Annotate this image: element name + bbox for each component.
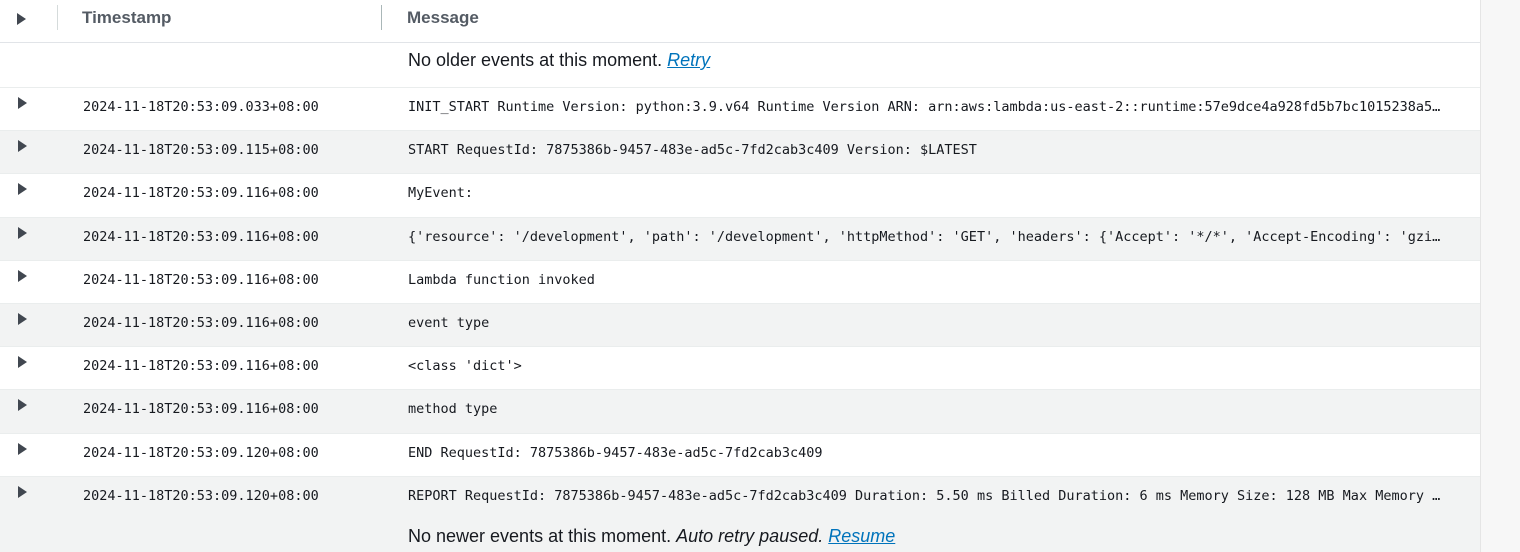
event-message: MyEvent: (408, 185, 474, 202)
table-row[interactable]: 2024-11-18T20:53:09.033+08:00 INIT_START… (0, 87, 1480, 130)
event-message: START RequestId: 7875386b-9457-483e-ad5c… (408, 142, 977, 159)
expand-row-icon[interactable] (18, 183, 27, 196)
event-message: <class 'dict'> (408, 358, 522, 375)
expand-row-icon[interactable] (18, 312, 27, 325)
table-row[interactable]: 2024-11-18T20:53:09.120+08:00 REPORT Req… (0, 475, 1480, 519)
table-row[interactable]: 2024-11-18T20:53:09.116+08:00 method typ… (0, 389, 1480, 433)
column-divider[interactable] (57, 5, 58, 30)
message-column-header[interactable]: Message (407, 8, 479, 28)
expand-row-icon[interactable] (18, 269, 27, 282)
expand-row-icon[interactable] (18, 442, 27, 455)
timestamp-column-header[interactable]: Timestamp (82, 8, 171, 28)
event-timestamp: 2024-11-18T20:53:09.116+08:00 (83, 228, 319, 245)
event-message: END RequestId: 7875386b-9457-483e-ad5c-7… (408, 444, 823, 461)
table-row[interactable]: 2024-11-18T20:53:09.115+08:00 START Requ… (0, 130, 1480, 174)
table-row[interactable]: 2024-11-18T20:53:09.116+08:00 Lambda fun… (0, 259, 1480, 303)
event-message: {'resource': '/development', 'path': '/d… (408, 228, 1441, 245)
expand-all-icon[interactable] (17, 13, 26, 25)
event-message: method type (408, 401, 498, 418)
expand-row-icon[interactable] (18, 399, 27, 412)
vertical-scrollbar[interactable] (1480, 0, 1520, 552)
event-message: Lambda function invoked (408, 271, 595, 288)
newer-events-label: No newer events at this moment. (408, 525, 672, 546)
table-row[interactable]: 2024-11-18T20:53:09.120+08:00 END Reques… (0, 432, 1480, 476)
older-events-label: No older events at this moment. (408, 50, 663, 70)
expand-row-icon[interactable] (18, 97, 27, 109)
table-row[interactable]: 2024-11-18T20:53:09.116+08:00 {'resource… (0, 216, 1480, 260)
resume-link[interactable]: Resume (828, 526, 895, 546)
event-list: 2024-11-18T20:53:09.033+08:00 INIT_START… (0, 87, 1480, 519)
event-message: REPORT RequestId: 7875386b-9457-483e-ad5… (408, 487, 1441, 504)
event-timestamp: 2024-11-18T20:53:09.120+08:00 (83, 444, 319, 461)
table-row[interactable]: 2024-11-18T20:53:09.116+08:00 event type (0, 302, 1480, 347)
event-timestamp: 2024-11-18T20:53:09.033+08:00 (83, 99, 319, 115)
auto-retry-paused-label: Auto retry paused. (676, 525, 824, 546)
table-header: Timestamp Message (0, 0, 1480, 43)
table-row[interactable]: 2024-11-18T20:53:09.116+08:00 <class 'di… (0, 346, 1480, 389)
table-row[interactable]: 2024-11-18T20:53:09.116+08:00 MyEvent: (0, 173, 1480, 216)
event-timestamp: 2024-11-18T20:53:09.116+08:00 (83, 401, 319, 418)
event-timestamp: 2024-11-18T20:53:09.115+08:00 (83, 142, 319, 159)
older-events-status: No older events at this moment. Retry (0, 43, 1480, 87)
expand-row-icon[interactable] (18, 356, 27, 369)
newer-events-text: No newer events at this moment. Auto ret… (408, 526, 895, 547)
newer-events-status: No newer events at this moment. Auto ret… (0, 518, 1480, 552)
expand-row-icon[interactable] (18, 226, 27, 239)
event-timestamp: 2024-11-18T20:53:09.116+08:00 (83, 271, 319, 288)
expand-row-icon[interactable] (18, 485, 27, 498)
event-timestamp: 2024-11-18T20:53:09.116+08:00 (83, 185, 319, 202)
column-resize-handle[interactable] (381, 5, 382, 30)
retry-link[interactable]: Retry (667, 50, 710, 70)
event-timestamp: 2024-11-18T20:53:09.120+08:00 (83, 487, 319, 504)
older-events-text: No older events at this moment. Retry (408, 50, 710, 71)
log-events-table: Timestamp Message No older events at thi… (0, 0, 1480, 552)
expand-row-icon[interactable] (18, 140, 27, 153)
event-message: event type (408, 314, 490, 331)
event-timestamp: 2024-11-18T20:53:09.116+08:00 (83, 358, 319, 375)
event-timestamp: 2024-11-18T20:53:09.116+08:00 (83, 314, 319, 331)
event-message: INIT_START Runtime Version: python:3.9.v… (408, 99, 1441, 115)
